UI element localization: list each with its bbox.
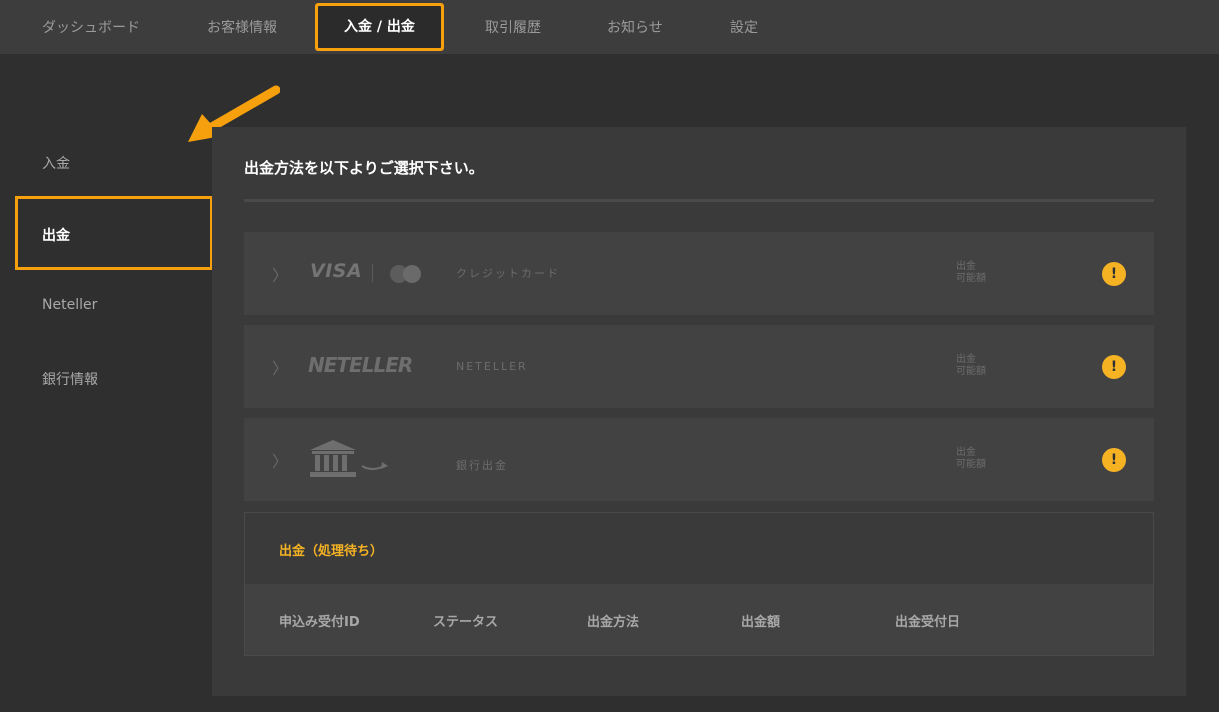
bank-icon [310, 440, 388, 477]
method-label: クレジットカード [456, 267, 560, 280]
warning-icon[interactable]: ! [1102, 262, 1126, 286]
tab-customer-info[interactable]: お客様情報 [207, 0, 277, 54]
chevron-right-icon: 〉 [272, 266, 289, 285]
column-amount: 出金額 [741, 615, 781, 630]
available-amount-label: 出金 可能額 [956, 447, 986, 470]
sidebar-item-label: 出金 [42, 228, 70, 244]
method-label: NETELLER [456, 360, 528, 373]
table-header: 申込み受付ID ステータス 出金方法 出金額 出金受付日 [245, 584, 1153, 655]
tab-deposit-withdrawal[interactable]: 入金 / 出金 [318, 6, 441, 48]
column-method: 出金方法 [587, 615, 640, 630]
chevron-right-icon: 〉 [272, 359, 289, 378]
method-credit-card[interactable]: 〉 VISA クレジットカード 出金 可能額 ! [244, 232, 1154, 315]
pending-title: 出金（処理待ち） [279, 544, 384, 559]
divider [372, 264, 373, 282]
available-amount-label: 出金 可能額 [956, 354, 986, 377]
method-label: 銀行出金 [456, 459, 508, 472]
pending-withdrawals: 出金（処理待ち） 申込み受付ID ステータス 出金方法 出金額 出金受付日 [244, 512, 1154, 656]
visa-logo: VISA [310, 260, 363, 282]
sidebar-item-neteller[interactable]: Neteller [42, 297, 97, 313]
neteller-logo: NETELLER [308, 353, 413, 377]
method-neteller[interactable]: 〉 NETELLER NETELLER 出金 可能額 ! [244, 325, 1154, 408]
divider [244, 199, 1154, 202]
column-status: ステータス [433, 615, 499, 630]
chevron-right-icon: 〉 [272, 452, 289, 471]
column-date: 出金受付日 [895, 615, 961, 630]
sidebar-item-deposit[interactable]: 入金 [42, 153, 70, 173]
warning-icon[interactable]: ! [1102, 448, 1126, 472]
mastercard-icon [390, 265, 421, 283]
tab-dashboard[interactable]: ダッシュボード [42, 0, 140, 54]
page-title: 出金方法を以下よりご選択下さい。 [244, 159, 484, 177]
column-application-id: 申込み受付ID [279, 615, 360, 630]
warning-icon[interactable]: ! [1102, 355, 1126, 379]
tab-trade-history[interactable]: 取引履歴 [485, 0, 541, 54]
top-nav: ダッシュボード お客様情報 入金 / 出金 取引履歴 お知らせ 設定 [0, 0, 1219, 54]
tab-settings[interactable]: 設定 [730, 0, 758, 54]
available-amount-label: 出金 可能額 [956, 261, 986, 284]
sidebar-item-withdrawal[interactable]: 出金 [18, 199, 210, 267]
tab-notices[interactable]: お知らせ [607, 0, 663, 54]
withdrawal-panel: 出金方法を以下よりご選択下さい。 〉 VISA クレジットカード 出金 可能額 … [212, 127, 1186, 696]
sidebar-item-bank-info[interactable]: 銀行情報 [42, 369, 98, 389]
method-bank-transfer[interactable]: 〉 銀行出金 出金 可能額 ! [244, 418, 1154, 501]
